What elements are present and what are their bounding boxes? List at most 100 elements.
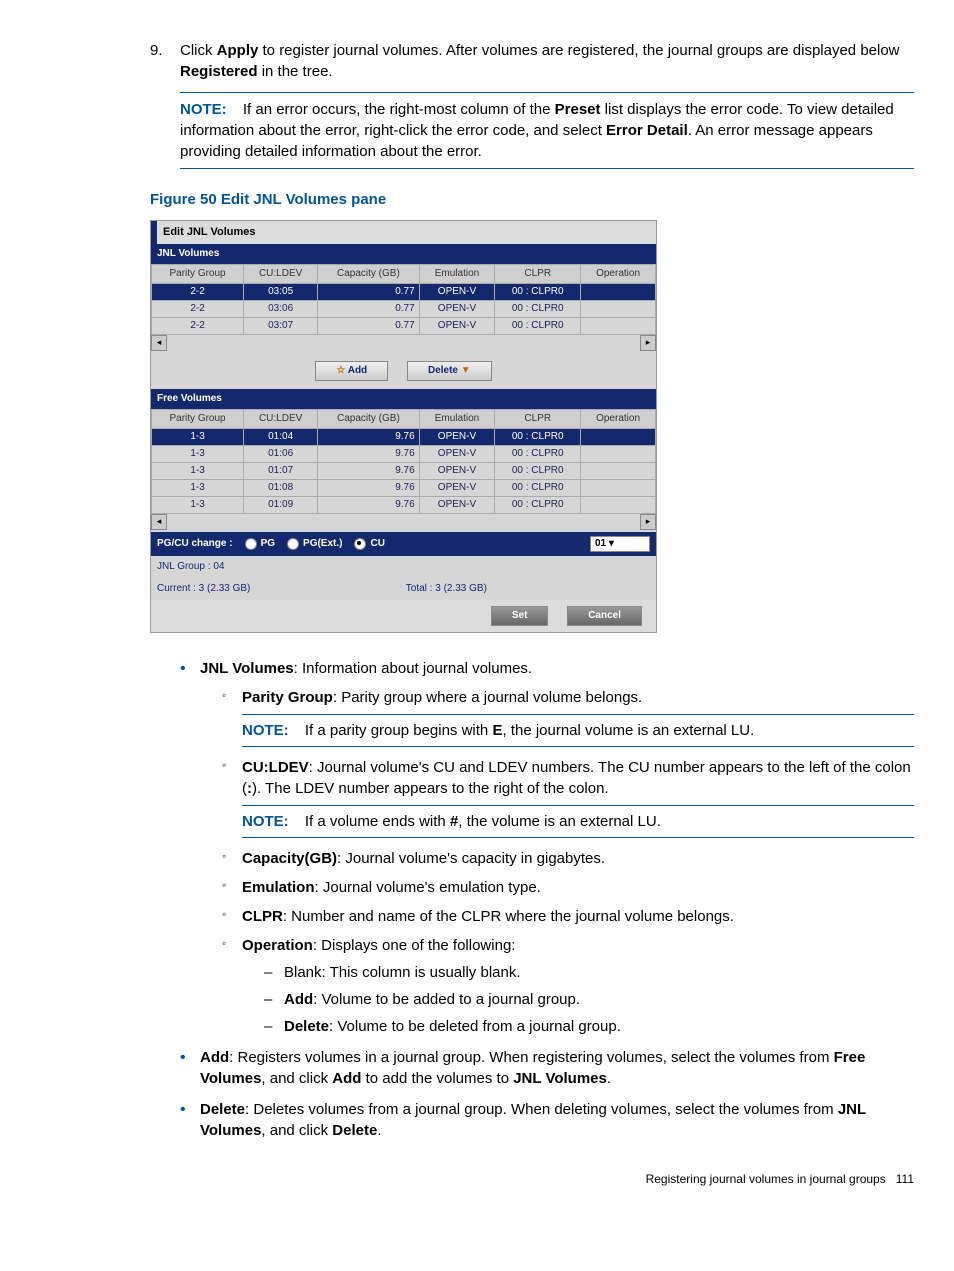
th-op[interactable]: Operation (581, 410, 656, 429)
cu-select[interactable]: 01 ▾ (590, 536, 650, 552)
page-footer: Registering journal volumes in journal g… (40, 1171, 914, 1188)
cell (581, 284, 656, 301)
b: CLPR (242, 908, 283, 925)
cell: 01:06 (244, 446, 318, 463)
table-row[interactable]: 2-203:050.77OPEN-V00 : CLPR0 (152, 284, 656, 301)
preset-bold: Preset (555, 101, 601, 118)
cell: 0.77 (318, 301, 420, 318)
cell: 0.77 (318, 318, 420, 335)
cell: 03:07 (244, 318, 318, 335)
jnl-scroll: ◂ ▸ (151, 335, 656, 353)
jnl-group-info: JNL Group : 04 (151, 556, 656, 578)
b: Delete (332, 1122, 377, 1139)
table-row[interactable]: 1-301:089.76OPEN-V00 : CLPR0 (152, 480, 656, 497)
t: : Information about journal volumes. (294, 660, 532, 677)
t: : Volume to be deleted from a journal gr… (329, 1018, 621, 1035)
th-culdev[interactable]: CU:LDEV (244, 265, 318, 284)
b: Add (284, 991, 313, 1008)
th-clpr[interactable]: CLPR (495, 410, 581, 429)
add-button[interactable]: ☆ Add (315, 361, 388, 381)
current-total-info: Current : 3 (2.33 GB) Total : 3 (2.33 GB… (151, 578, 656, 600)
t: : Displays one of the following: (313, 937, 516, 954)
set-button[interactable]: Set (491, 606, 549, 626)
pgcu-row: PG/CU change : PG PG(Ext.) CU 01 ▾ (151, 532, 656, 556)
cell: 03:05 (244, 284, 318, 301)
t: to register journal volumes. After volum… (258, 42, 899, 59)
t: : Deletes volumes from a journal group. … (245, 1101, 838, 1118)
t: , the volume is an external LU. (458, 813, 661, 830)
cell: OPEN-V (419, 446, 495, 463)
th-em[interactable]: Emulation (419, 410, 495, 429)
error-detail-bold: Error Detail (606, 122, 688, 139)
b: CU:LDEV (242, 759, 309, 776)
cell: 9.76 (318, 497, 420, 514)
cell: 9.76 (318, 446, 420, 463)
radio-pgext[interactable] (287, 538, 299, 550)
th-pg[interactable]: Parity Group (152, 265, 244, 284)
cell: 0.77 (318, 284, 420, 301)
delete-button[interactable]: Delete ▼ (407, 361, 492, 381)
table-row[interactable]: 2-203:070.77OPEN-V00 : CLPR0 (152, 318, 656, 335)
t: , and click (261, 1070, 332, 1087)
t: , the journal volume is an external LU. (502, 722, 754, 739)
t: : Number and name of the CLPR where the … (283, 908, 734, 925)
cell: 00 : CLPR0 (495, 429, 581, 446)
scroll-left-icon[interactable]: ◂ (151, 335, 167, 351)
radio-pgext-label: PG(Ext.) (303, 537, 342, 551)
t: : Journal volume's emulation type. (315, 879, 541, 896)
cell: 1-3 (152, 480, 244, 497)
apply-bold: Apply (217, 42, 259, 59)
radio-cu[interactable] (354, 538, 366, 550)
cell (581, 446, 656, 463)
cell: OPEN-V (419, 318, 495, 335)
cancel-button[interactable]: Cancel (567, 606, 642, 626)
table-row[interactable]: 1-301:099.76OPEN-V00 : CLPR0 (152, 497, 656, 514)
footer-text: Registering journal volumes in journal g… (646, 1172, 886, 1186)
cell: 2-2 (152, 301, 244, 318)
scroll-left-icon[interactable]: ◂ (151, 514, 167, 530)
note-label: NOTE: (242, 722, 289, 739)
table-row[interactable]: 1-301:049.76OPEN-V00 : CLPR0 (152, 429, 656, 446)
th-em[interactable]: Emulation (419, 265, 495, 284)
page-number: 111 (896, 1172, 914, 1186)
cell: 1-3 (152, 463, 244, 480)
radio-pg[interactable] (245, 538, 257, 550)
add-desc: Add: Registers volumes in a journal grou… (180, 1047, 914, 1089)
scroll-right-icon[interactable]: ▸ (640, 514, 656, 530)
cu-note: NOTE: If a volume ends with #, the volum… (242, 805, 914, 838)
t: ). The LDEV number appears to the right … (252, 780, 609, 797)
cell: 00 : CLPR0 (495, 480, 581, 497)
b: Delete (284, 1018, 329, 1035)
t: . (377, 1122, 381, 1139)
step-9: 9. Click Apply to register journal volum… (150, 40, 914, 82)
th-pg[interactable]: Parity Group (152, 410, 244, 429)
cell: 00 : CLPR0 (495, 284, 581, 301)
table-row[interactable]: 1-301:069.76OPEN-V00 : CLPR0 (152, 446, 656, 463)
table-row[interactable]: 2-203:060.77OPEN-V00 : CLPR0 (152, 301, 656, 318)
th-cap[interactable]: Capacity (GB) (318, 265, 420, 284)
cell: 00 : CLPR0 (495, 463, 581, 480)
cell: OPEN-V (419, 301, 495, 318)
cell (581, 497, 656, 514)
th-culdev[interactable]: CU:LDEV (244, 410, 318, 429)
capacity-desc: Capacity(GB): Journal volume's capacity … (222, 848, 914, 869)
t: in the tree. (258, 63, 333, 80)
parity-group-desc: Parity Group: Parity group where a journ… (222, 687, 914, 747)
scroll-right-icon[interactable]: ▸ (640, 335, 656, 351)
edit-jnl-dialog: Edit JNL Volumes JNL Volumes Parity Grou… (150, 220, 657, 633)
figure-title: Figure 50 Edit JNL Volumes pane (150, 189, 914, 210)
th-op[interactable]: Operation (581, 265, 656, 284)
th-clpr[interactable]: CLPR (495, 265, 581, 284)
b: JNL Volumes (513, 1070, 607, 1087)
b: Capacity(GB) (242, 850, 337, 867)
step-text: Click Apply to register journal volumes.… (180, 40, 914, 82)
clpr-desc: CLPR: Number and name of the CLPR where … (222, 906, 914, 927)
cell: 00 : CLPR0 (495, 497, 581, 514)
t: : Parity group where a journal volume be… (333, 689, 642, 706)
cell: OPEN-V (419, 497, 495, 514)
th-cap[interactable]: Capacity (GB) (318, 410, 420, 429)
table-row[interactable]: 1-301:079.76OPEN-V00 : CLPR0 (152, 463, 656, 480)
op-add: Add: Volume to be added to a journal gro… (264, 989, 914, 1010)
b: Parity Group (242, 689, 333, 706)
cell: 1-3 (152, 429, 244, 446)
